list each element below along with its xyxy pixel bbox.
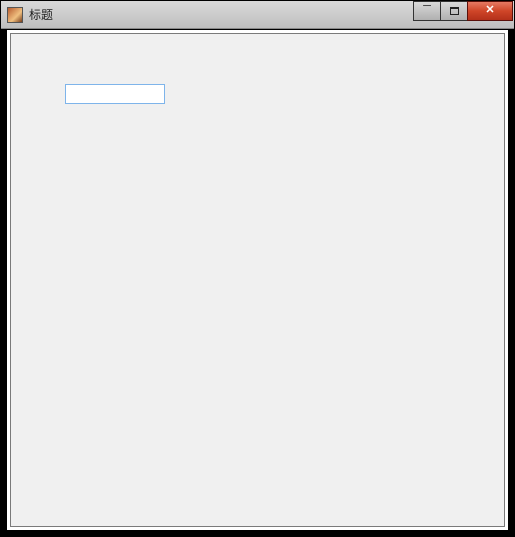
maximize-button[interactable] — [440, 1, 468, 21]
titlebar[interactable]: 标题 ─ ✕ — [1, 1, 514, 29]
client-area — [10, 33, 505, 527]
minimize-button[interactable]: ─ — [413, 1, 441, 21]
window-controls: ─ ✕ — [414, 1, 513, 21]
close-button[interactable]: ✕ — [467, 1, 513, 21]
window-title: 标题 — [29, 6, 414, 23]
maximize-icon — [450, 7, 459, 15]
close-icon: ✕ — [485, 5, 494, 16]
window-frame: 标题 ─ ✕ — [0, 0, 515, 537]
client-frame — [6, 29, 509, 531]
app-icon — [7, 7, 23, 23]
text-input[interactable] — [65, 84, 165, 104]
minimize-icon: ─ — [423, 1, 431, 12]
